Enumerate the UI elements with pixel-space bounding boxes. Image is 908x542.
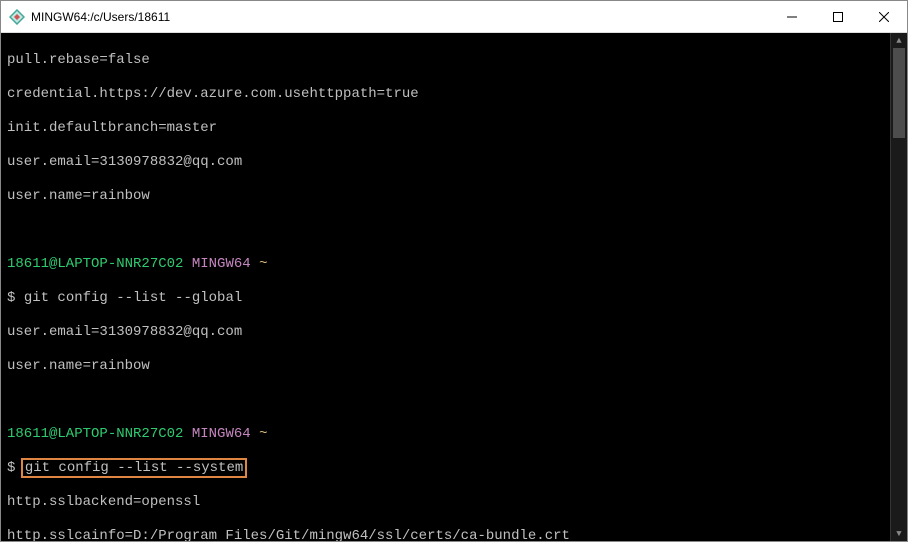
minimize-button[interactable] — [769, 1, 815, 32]
scrollbar-thumb[interactable] — [893, 48, 905, 138]
blank-line — [7, 392, 884, 409]
command-text: git config --list --global — [24, 290, 242, 306]
app-icon — [9, 9, 25, 25]
scroll-down-icon[interactable]: ▼ — [891, 526, 907, 541]
prompt-user-host: 18611@LAPTOP-NNR27C02 — [7, 426, 183, 442]
terminal-content[interactable]: pull.rebase=false credential.https://dev… — [1, 33, 890, 541]
prompt-dollar: $ — [7, 290, 15, 306]
output-line: init.defaultbranch=master — [7, 120, 884, 137]
output-line: pull.rebase=false — [7, 52, 884, 69]
output-line: credential.https://dev.azure.com.usehttp… — [7, 86, 884, 103]
output-line: http.sslcainfo=D:/Program Files/Git/ming… — [7, 528, 884, 541]
output-line: user.name=rainbow — [7, 358, 884, 375]
prompt-line: 18611@LAPTOP-NNR27C02 MINGW64 ~ — [7, 426, 884, 443]
prompt-dollar: $ — [7, 460, 15, 476]
prompt-env: MINGW64 — [192, 256, 251, 272]
window-title: MINGW64:/c/Users/18611 — [31, 10, 769, 24]
command-line-highlighted: $ git config --list --system — [7, 460, 884, 477]
prompt-line: 18611@LAPTOP-NNR27C02 MINGW64 ~ — [7, 256, 884, 273]
prompt-path: ~ — [259, 256, 267, 272]
highlight-box: git config --list --system — [21, 458, 247, 478]
prompt-user-host: 18611@LAPTOP-NNR27C02 — [7, 256, 183, 272]
output-line: user.email=3130978832@qq.com — [7, 154, 884, 171]
window-controls — [769, 1, 907, 32]
command-line: $ git config --list --global — [7, 290, 884, 307]
titlebar[interactable]: MINGW64:/c/Users/18611 — [1, 1, 907, 33]
prompt-env: MINGW64 — [192, 426, 251, 442]
output-line: user.name=rainbow — [7, 188, 884, 205]
command-text: git config --list --system — [25, 460, 243, 476]
scrollbar[interactable]: ▲ ▼ — [890, 33, 907, 541]
terminal-window: MINGW64:/c/Users/18611 pull.rebase=false… — [0, 0, 908, 542]
terminal-area[interactable]: pull.rebase=false credential.https://dev… — [1, 33, 907, 541]
output-line: user.email=3130978832@qq.com — [7, 324, 884, 341]
blank-line — [7, 222, 884, 239]
output-line: http.sslbackend=openssl — [7, 494, 884, 511]
maximize-button[interactable] — [815, 1, 861, 32]
close-button[interactable] — [861, 1, 907, 32]
scroll-up-icon[interactable]: ▲ — [891, 33, 907, 48]
prompt-path: ~ — [259, 426, 267, 442]
